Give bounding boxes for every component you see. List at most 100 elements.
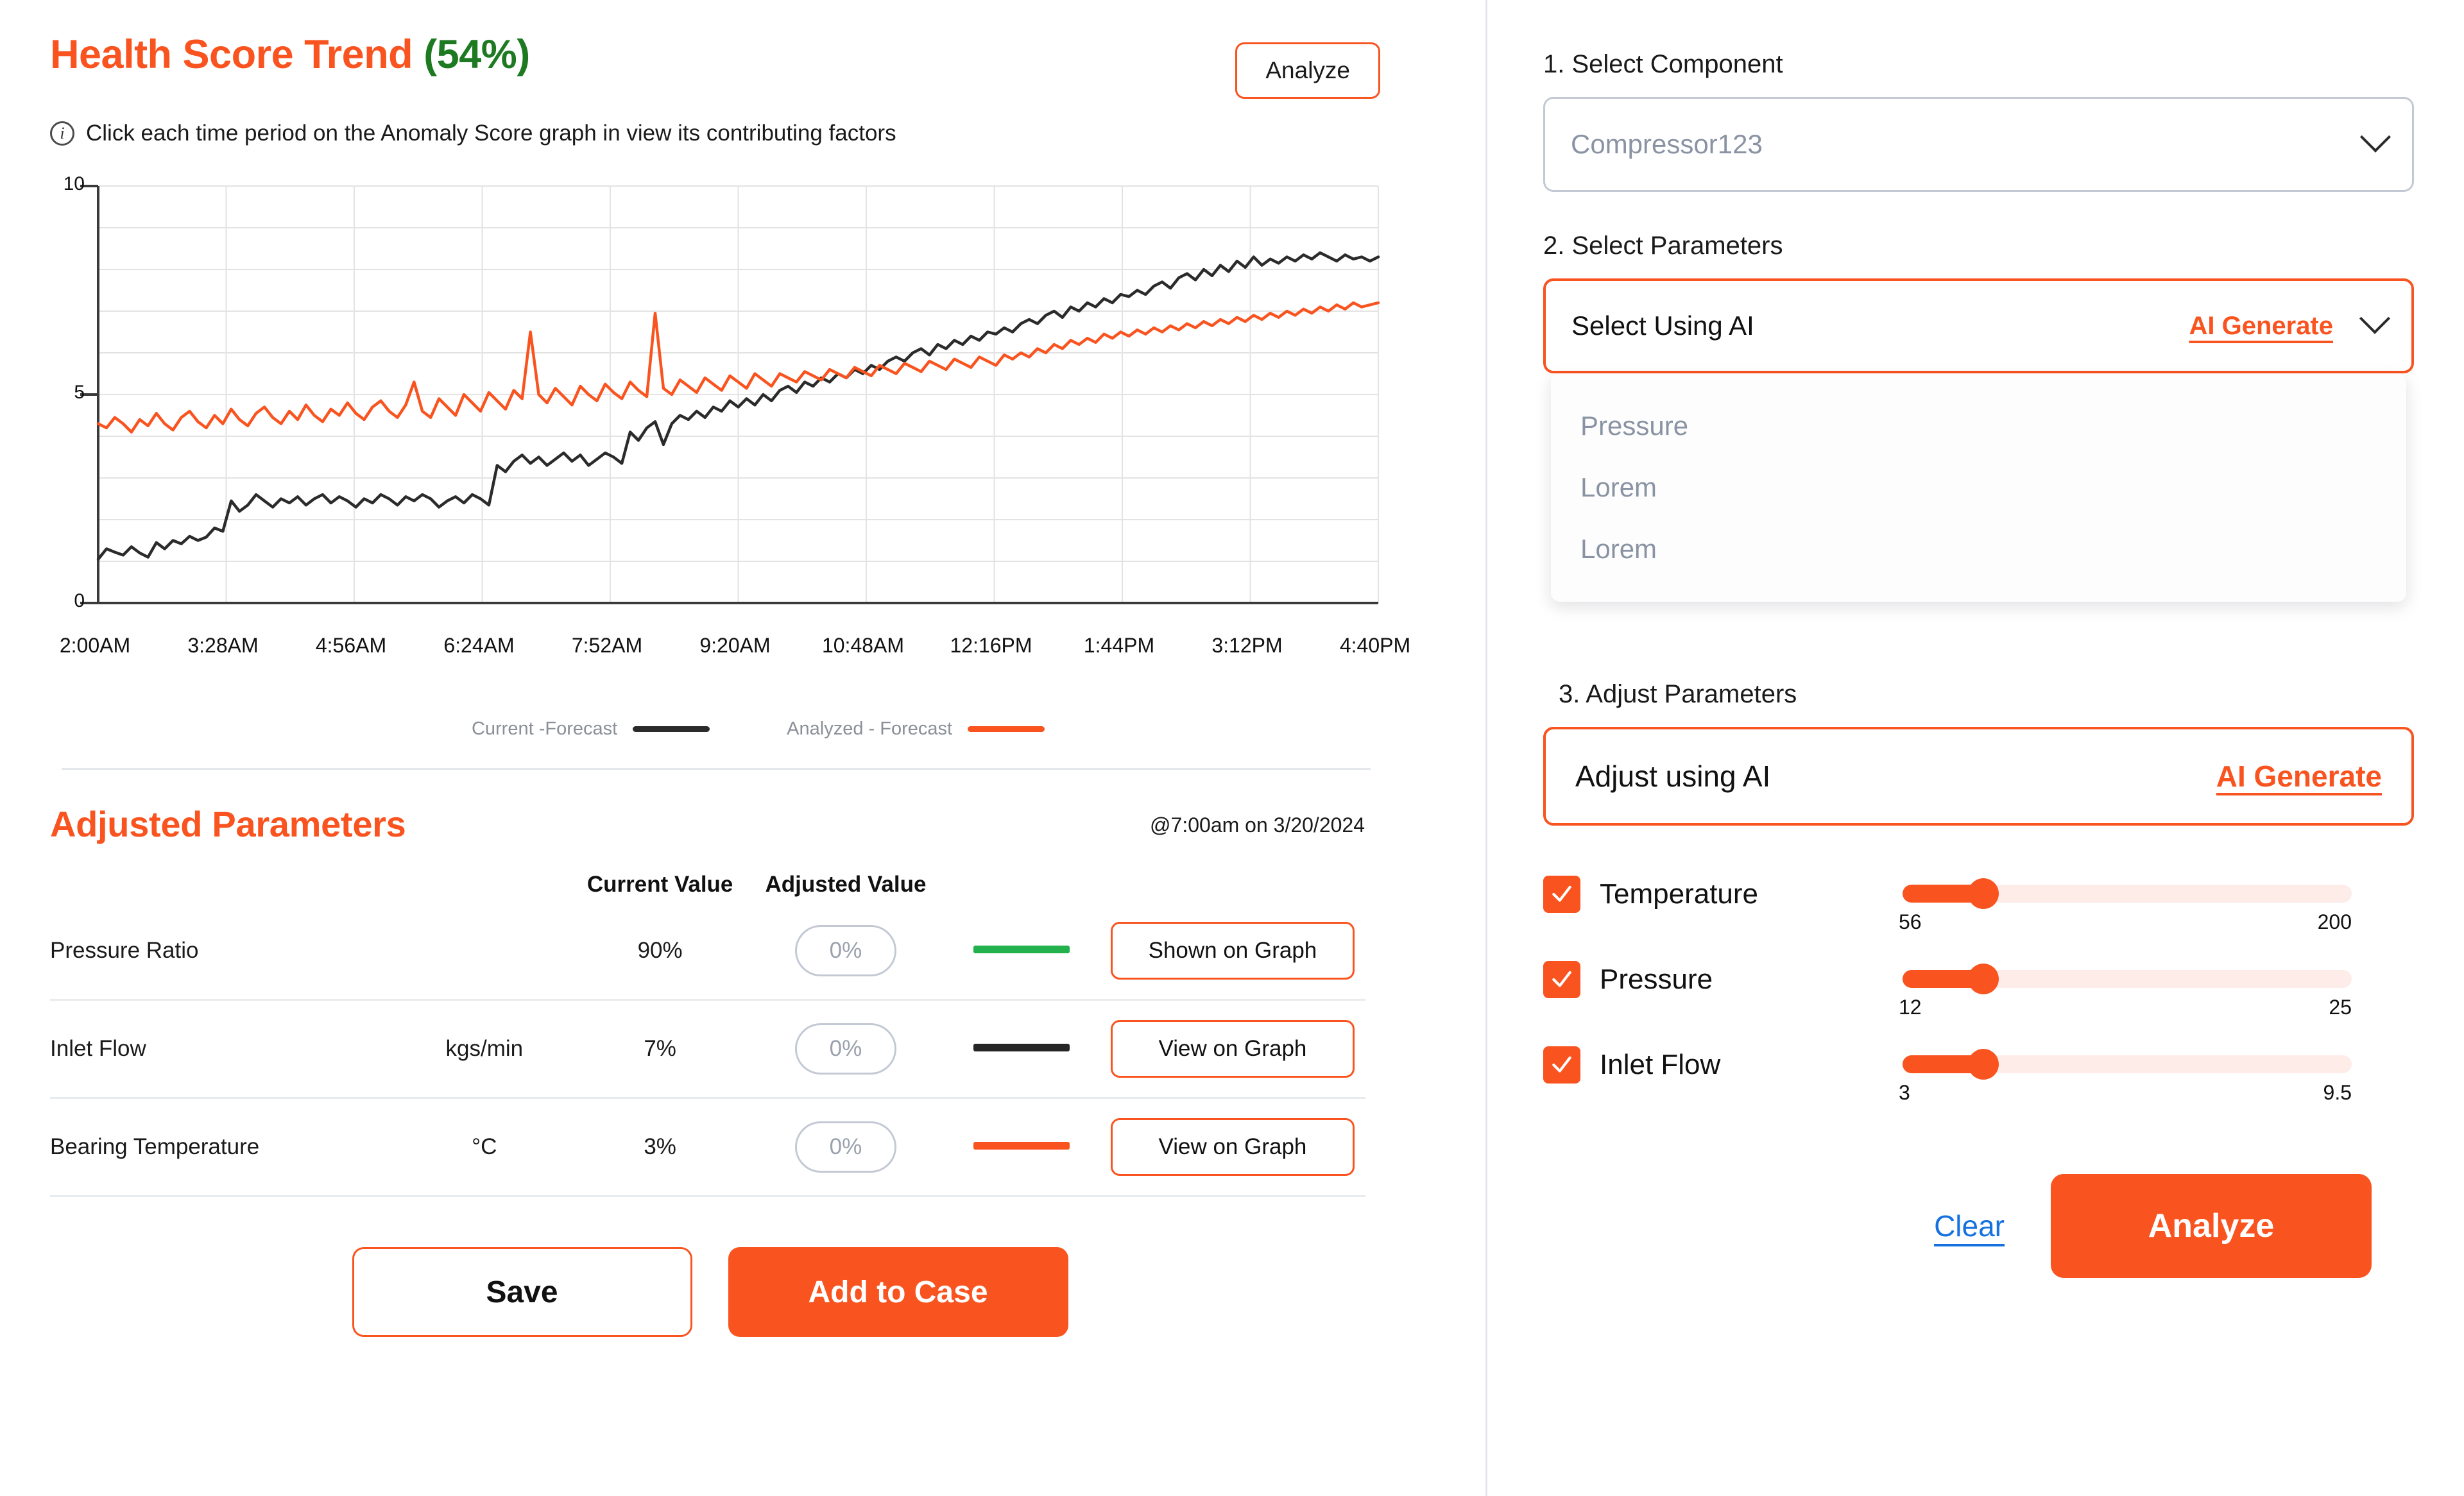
adjusted-value-input[interactable] — [794, 1023, 896, 1075]
slider-thumb[interactable] — [1968, 878, 1999, 909]
parameter-unit: °C — [472, 1134, 497, 1159]
analyze-button-top[interactable]: Analyze — [1235, 42, 1380, 99]
chart-plot-area[interactable] — [50, 180, 1398, 629]
col-header-action — [1100, 872, 1365, 903]
view-on-graph-button[interactable]: View on Graph — [1110, 1020, 1355, 1078]
parameters-select[interactable]: Select Using AI AI Generate — [1543, 278, 2414, 373]
component-select-value: Compressor123 — [1571, 129, 1763, 159]
slider-row: Pressure 12 25 — [1543, 956, 2414, 1019]
slider-control[interactable]: 3 9.5 — [1899, 1041, 2352, 1105]
x-axis-tick-label: 7:52AM — [571, 634, 643, 657]
ai-generate-parameters-link[interactable]: AI Generate — [2189, 312, 2333, 341]
left-actions: Save Add to Case — [50, 1247, 1370, 1337]
parameter-current-value: 7% — [644, 1036, 676, 1061]
checkbox-pressure[interactable] — [1543, 961, 1580, 998]
slider-label: Temperature — [1600, 878, 1759, 910]
ai-generate-adjust-link[interactable]: AI Generate — [2216, 759, 2382, 794]
adjusted-parameters-title: Adjusted Parameters — [50, 804, 406, 844]
parameter-current-value: 90% — [637, 938, 683, 963]
dropdown-option[interactable]: Lorem — [1551, 457, 2406, 518]
step-3-section: 3. Adjust Parameters Adjust using AI AI … — [1543, 680, 2414, 826]
chart-legend: Current -Forecast Analyzed - Forecast — [76, 718, 1441, 740]
dropdown-option[interactable]: Lorem — [1551, 518, 2406, 580]
adjusted-value-input[interactable] — [794, 925, 896, 976]
save-button[interactable]: Save — [352, 1247, 692, 1337]
slider-track[interactable] — [1903, 1049, 2352, 1080]
adjusted-value-input[interactable] — [794, 1121, 896, 1173]
x-axis-tick-label: 2:00AM — [59, 634, 131, 657]
slider-thumb[interactable] — [1968, 1049, 1999, 1080]
slider-track[interactable] — [1903, 878, 2352, 909]
y-axis-tick-label: 5 — [74, 382, 85, 403]
check-icon — [1552, 885, 1571, 902]
clear-button[interactable]: Clear — [1934, 1209, 2005, 1243]
parameters-dropdown-list[interactable]: Pressure Lorem Lorem — [1551, 373, 2406, 602]
checkbox-inlet-flow[interactable] — [1543, 1046, 1580, 1084]
x-axis-tick-label: 3:28AM — [187, 634, 259, 657]
slider-control[interactable]: 56 200 — [1899, 871, 2352, 934]
chevron-down-icon — [2359, 303, 2391, 334]
adjust-using-ai-box[interactable]: Adjust using AI AI Generate — [1543, 727, 2414, 826]
header-row: Health Score Trend (54%) Analyze — [50, 33, 1441, 99]
app-root: Health Score Trend (54%) Analyze i Click… — [0, 0, 2464, 1496]
dropdown-option[interactable]: Pressure — [1551, 395, 2406, 457]
slider-checkbox-group: Inlet Flow — [1543, 1041, 1903, 1084]
table-header-row: Current Value Adjusted Value — [50, 872, 1365, 903]
legend-swatch-analyzed-forecast — [968, 726, 1045, 732]
slider-control[interactable]: 12 25 — [1899, 956, 2352, 1019]
col-header-line — [943, 872, 1100, 903]
x-axis-tick-label: 1:44PM — [1083, 634, 1155, 657]
view-on-graph-button[interactable]: View on Graph — [1110, 1118, 1355, 1176]
right-actions: Clear Analyze — [1543, 1174, 2414, 1278]
checkbox-temperature[interactable] — [1543, 876, 1580, 913]
health-score-value: (54%) — [424, 32, 530, 77]
x-axis-tick-label: 12:16PM — [950, 634, 1032, 657]
parameters-select-value: Select Using AI — [1571, 310, 1754, 341]
series-color-swatch — [973, 1044, 1070, 1051]
slider-min-value: 12 — [1899, 996, 1922, 1019]
add-to-case-button[interactable]: Add to Case — [728, 1247, 1068, 1337]
view-on-graph-button[interactable]: Shown on Graph — [1110, 922, 1355, 980]
slider-max-value: 200 — [2317, 910, 2352, 933]
x-axis-labels: 2:00AM 3:28AM 4:56AM 6:24AM 7:52AM 9:20AM 10:4… — [60, 634, 1410, 666]
page-title: Health Score Trend (54%) — [50, 33, 530, 76]
parameter-name: Inlet Flow — [50, 1036, 146, 1061]
chevron-down-icon — [2359, 121, 2391, 153]
parameter-current-value: 3% — [644, 1134, 676, 1159]
step-3-label: 3. Adjust Parameters — [1559, 680, 1797, 708]
slider-checkbox-group: Pressure — [1543, 956, 1903, 998]
slider-max-value: 9.5 — [2323, 1081, 2352, 1104]
section-divider — [62, 768, 1371, 770]
check-icon — [1552, 1056, 1571, 1073]
component-select[interactable]: Compressor123 — [1543, 97, 2414, 192]
health-score-chart[interactable]: 0 5 10 2:00AM 3:28AM 4:56AM 6:24AM 7:52AM 9:2… — [50, 173, 1410, 686]
col-header-adjusted-value: Adjusted Value — [765, 872, 927, 897]
slider-range-labels: 12 25 — [1899, 996, 2352, 1019]
slider-thumb[interactable] — [1968, 964, 1999, 994]
adjusted-parameters-table: Current Value Adjusted Value Pressure Ra… — [50, 872, 1365, 1197]
x-axis-tick-label: 10:48AM — [821, 634, 905, 657]
y-axis-tick-label: 10 — [63, 173, 85, 194]
x-axis-tick-label: 4:40PM — [1339, 634, 1411, 657]
right-panel: 1. Select Component Compressor123 2. Sel… — [1485, 0, 2464, 1496]
x-axis-tick-label: 3:12PM — [1211, 634, 1283, 657]
legend-item: Analyzed - Forecast — [787, 718, 1045, 740]
table-row: Pressure Ratio 90% Shown on Graph — [50, 903, 1365, 1000]
table-row: Bearing Temperature °C 3% View on Graph — [50, 1098, 1365, 1196]
hint-row: i Click each time period on the Anomaly … — [50, 121, 1441, 146]
analyze-button[interactable]: Analyze — [2051, 1174, 2372, 1278]
slider-min-value: 56 — [1899, 910, 1922, 933]
adjust-using-ai-value: Adjust using AI — [1575, 760, 1771, 793]
x-axis-tick-label: 4:56AM — [315, 634, 387, 657]
slider-max-value: 25 — [2329, 996, 2352, 1019]
series-color-swatch — [973, 946, 1070, 953]
parameter-sliders: Temperature 56 200 Pressure 12 25 Inlet … — [1543, 871, 2414, 1105]
y-axis-tick-label: 0 — [74, 590, 85, 611]
parameter-name: Bearing Temperature — [50, 1134, 260, 1159]
table-row: Inlet Flow kgs/min 7% View on Graph — [50, 1000, 1365, 1098]
step-2-label: 2. Select Parameters — [1543, 232, 1783, 260]
page-title-main: Health Score Trend — [50, 32, 413, 77]
left-panel: Health Score Trend (54%) Analyze i Click… — [0, 0, 1485, 1496]
slider-label: Pressure — [1600, 964, 1713, 995]
slider-track[interactable] — [1903, 964, 2352, 994]
